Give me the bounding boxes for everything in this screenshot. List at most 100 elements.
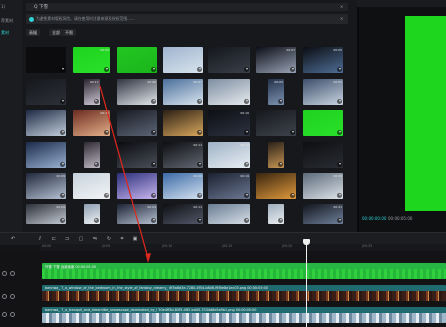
media-thumbnail[interactable]: 00:09 — [26, 173, 66, 199]
media-thumbnail[interactable] — [256, 110, 296, 136]
split-left-icon[interactable]: ⊏ — [51, 236, 57, 242]
download-icon[interactable] — [337, 67, 342, 72]
download-icon[interactable] — [104, 130, 109, 135]
download-icon[interactable] — [197, 218, 202, 223]
download-icon[interactable] — [197, 67, 202, 72]
download-icon[interactable] — [60, 99, 65, 104]
download-icon[interactable] — [290, 67, 295, 72]
undo-icon[interactable]: ↶ — [10, 236, 16, 242]
media-thumbnail[interactable]: 00:11 — [163, 204, 203, 224]
media-thumbnail[interactable]: 00:09 — [73, 47, 110, 73]
download-icon[interactable] — [290, 193, 295, 198]
download-icon[interactable] — [151, 218, 156, 223]
sidebar-item-top[interactable]: 1) — [1, 4, 5, 9]
playhead-handle[interactable] — [303, 239, 310, 245]
download-icon[interactable] — [151, 162, 156, 167]
media-thumbnail[interactable] — [117, 47, 157, 73]
download-icon[interactable] — [151, 193, 156, 198]
media-thumbnail[interactable]: 00:06 — [117, 79, 157, 105]
sidebar-item-recommended[interactable]: 荐素材 — [1, 18, 13, 24]
close-icon[interactable]: ✕ — [340, 16, 343, 21]
download-icon[interactable] — [244, 67, 249, 72]
media-thumbnail[interactable] — [256, 173, 296, 199]
download-icon[interactable] — [60, 162, 65, 167]
media-thumbnail[interactable]: 00:04 — [117, 204, 157, 224]
download-icon[interactable] — [197, 99, 202, 104]
sidebar-item-materials[interactable]: 素材 — [1, 30, 9, 36]
download-icon[interactable] — [278, 218, 283, 223]
media-thumbnail[interactable] — [303, 142, 343, 168]
download-icon[interactable] — [104, 67, 109, 72]
download-icon[interactable] — [93, 218, 99, 223]
media-thumbnail[interactable] — [117, 173, 157, 199]
media-thumbnail[interactable] — [117, 110, 157, 136]
media-thumbnail[interactable]: 00:31 — [303, 204, 343, 224]
visibility-icon[interactable] — [10, 294, 15, 299]
media-thumbnail[interactable] — [208, 204, 250, 224]
media-thumbnail[interactable]: 00:11 — [163, 142, 203, 168]
download-icon[interactable] — [290, 130, 295, 135]
lock-icon[interactable] — [2, 294, 7, 299]
rotate-icon[interactable]: ↻ — [106, 236, 112, 242]
download-icon[interactable] — [151, 67, 156, 72]
download-icon[interactable] — [151, 99, 156, 104]
split-right-icon[interactable]: ⊐ — [64, 236, 70, 242]
download-icon[interactable] — [278, 162, 283, 167]
delete-icon[interactable]: ▢ — [78, 236, 84, 242]
download-icon[interactable] — [337, 218, 342, 223]
media-thumbnail[interactable] — [26, 47, 66, 73]
download-icon[interactable] — [60, 218, 65, 223]
filter-duration[interactable]: 不限 — [62, 29, 76, 36]
download-icon[interactable] — [337, 99, 342, 104]
search-input[interactable]: Q 下雪 ✕ — [26, 3, 348, 11]
media-thumbnail[interactable] — [208, 47, 250, 73]
download-icon[interactable] — [93, 162, 99, 167]
download-icon[interactable] — [337, 130, 342, 135]
visibility-icon[interactable] — [10, 312, 15, 317]
media-thumbnail[interactable]: 00:13 — [208, 142, 250, 168]
download-icon[interactable] — [60, 67, 65, 72]
media-thumbnail[interactable]: 00:05 — [303, 47, 343, 73]
lock-icon[interactable] — [2, 271, 7, 276]
media-thumbnail[interactable] — [26, 110, 66, 136]
download-icon[interactable] — [337, 193, 342, 198]
media-thumbnail[interactable]: 00:09 — [303, 173, 343, 199]
media-thumbnail[interactable]: 00:06 — [73, 173, 110, 199]
download-icon[interactable] — [104, 193, 109, 198]
media-thumbnail[interactable]: 00:07 — [256, 47, 296, 73]
clear-icon[interactable]: ✕ — [340, 4, 343, 9]
visibility-icon[interactable] — [10, 271, 15, 276]
download-icon[interactable] — [244, 193, 249, 198]
download-icon[interactable] — [244, 162, 249, 167]
download-icon[interactable] — [197, 193, 202, 198]
media-thumbnail[interactable] — [117, 142, 157, 168]
clip-window-image[interactable]: bannwa_ 7_a_window_of_the_bedroom_in_the… — [42, 285, 446, 301]
download-icon[interactable] — [197, 130, 202, 135]
media-thumbnail[interactable] — [268, 204, 284, 224]
filter-aspect[interactable]: 画幅 — [26, 29, 40, 36]
clip-snowscape-image[interactable]: bannwa_ 7_a_tranquil_and_dreamlike_snows… — [42, 307, 446, 323]
download-icon[interactable] — [244, 99, 249, 104]
lock-icon[interactable] — [2, 312, 7, 317]
download-icon[interactable] — [337, 162, 342, 167]
media-thumbnail[interactable]: 00:10 — [73, 110, 110, 136]
media-thumbnail[interactable] — [268, 142, 284, 168]
download-icon[interactable] — [278, 99, 283, 104]
media-thumbnail[interactable]: 00:07 — [163, 79, 203, 105]
frame-icon[interactable]: ▣ — [132, 236, 138, 242]
download-icon[interactable] — [244, 218, 249, 223]
media-thumbnail[interactable]: 00:05 — [303, 79, 343, 105]
media-thumbnail[interactable] — [208, 79, 250, 105]
media-thumbnail[interactable] — [303, 110, 343, 136]
mirror-icon[interactable]: ⇋ — [92, 236, 98, 242]
download-icon[interactable] — [93, 99, 99, 104]
media-thumbnail[interactable] — [163, 110, 203, 136]
media-thumbnail[interactable] — [26, 79, 66, 105]
media-thumbnail[interactable]: 00:19 — [208, 173, 250, 199]
split-icon[interactable]: ⫽ — [37, 236, 43, 242]
filter-all[interactable]: 全部 — [49, 29, 63, 36]
crop-icon[interactable]: ⌗ — [119, 236, 125, 242]
download-icon[interactable] — [151, 130, 156, 135]
media-thumbnail[interactable] — [83, 142, 100, 168]
media-thumbnail[interactable]: 00:05 — [268, 79, 284, 105]
